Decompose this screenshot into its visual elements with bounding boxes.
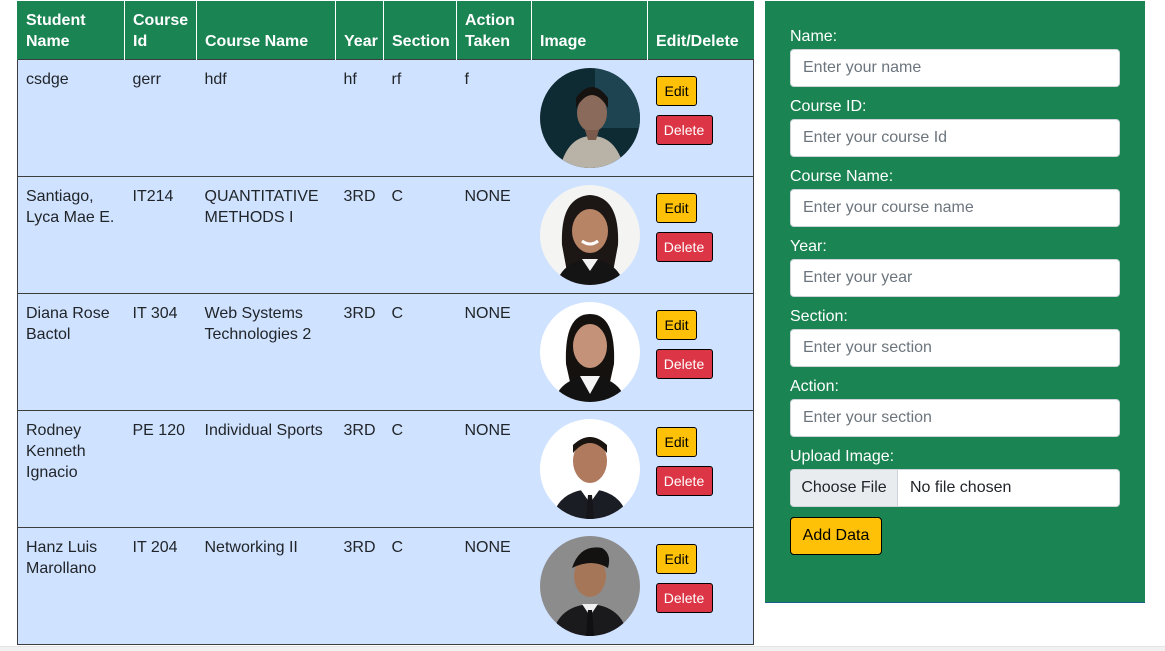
cell-course-name: Individual Sports [196,409,336,527]
table-row: Diana Rose Bactol IT 304 Web Systems Tec… [17,292,754,410]
student-photo [539,184,640,285]
delete-button[interactable]: Delete [655,465,713,496]
edit-button[interactable]: Edit [655,309,697,340]
cell-course-name: hdf [196,58,336,176]
cell-action-taken: NONE [456,292,532,410]
delete-button[interactable]: Delete [655,114,713,145]
cell-action-taken: NONE [456,526,532,645]
cell-actions: Edit Delete [647,175,754,293]
cell-actions: Edit Delete [647,526,754,645]
table-row: Rodney Kenneth Ignacio PE 120 Individual… [17,409,754,527]
cell-image [531,292,648,410]
cell-course-name: Web Systems Technologies 2 [196,292,336,410]
cell-course-id: IT 204 [124,526,197,645]
header-action-taken: Action Taken [456,1,532,59]
year-label: Year: [790,238,827,255]
cell-course-id: PE 120 [124,409,197,527]
header-section: Section [383,1,457,59]
panel-bottom-border [765,602,1145,603]
delete-button[interactable]: Delete [655,582,713,613]
edit-button[interactable]: Edit [655,192,697,223]
cell-action-taken: f [456,58,532,176]
cell-section: C [383,409,457,527]
course-name-input[interactable] [790,189,1120,227]
cell-section: C [383,526,457,645]
cell-course-id: IT214 [124,175,197,293]
cell-actions: Edit Delete [647,409,754,527]
horizontal-scrollbar[interactable] [0,646,1165,651]
add-data-button[interactable]: Add Data [790,517,882,555]
course-id-input[interactable] [790,119,1120,157]
cell-actions: Edit Delete [647,292,754,410]
students-table: Student Name Course Id Course Name Year … [17,1,754,645]
cell-student-name: Santiago, Lyca Mae E. [17,175,125,293]
cell-course-name: QUANTITATIVE METHODS I [196,175,336,293]
file-status-text: No file chosen [910,479,1012,496]
course-name-label: Course Name: [790,168,894,185]
cell-image [531,409,648,527]
cell-course-id: gerr [124,58,197,176]
cell-year: 3RD [335,175,384,293]
year-input[interactable] [790,259,1120,297]
table-row: Santiago, Lyca Mae E. IT214 QUANTITATIVE… [17,175,754,293]
upload-image-label: Upload Image: [790,448,895,465]
cell-course-id: IT 304 [124,292,197,410]
course-id-label: Course ID: [790,98,867,115]
edit-button[interactable]: Edit [655,75,697,106]
student-photo [539,535,640,636]
student-photo [539,418,640,519]
choose-file-button[interactable]: Choose File [791,470,898,506]
image-file-input[interactable]: Choose File No file chosen [790,469,1120,507]
header-edit-delete: Edit/Delete [647,1,754,59]
cell-student-name: Rodney Kenneth Ignacio [17,409,125,527]
header-image: Image [531,1,648,59]
header-course-id: Course Id [124,1,197,59]
cell-year: hf [335,58,384,176]
cell-year: 3RD [335,526,384,645]
cell-year: 3RD [335,292,384,410]
header-course-name: Course Name [196,1,336,59]
cell-year: 3RD [335,409,384,527]
cell-student-name: csdge [17,58,125,176]
student-photo [539,67,640,168]
students-table-container: Student Name Course Id Course Name Year … [17,1,754,645]
cell-section: C [383,292,457,410]
cell-section: rf [383,58,457,176]
name-input[interactable] [790,49,1120,87]
cell-actions: Edit Delete [647,58,754,176]
cell-student-name: Diana Rose Bactol [17,292,125,410]
cell-action-taken: NONE [456,175,532,293]
add-student-form: Name: Course ID: Course Name: Year: Sect… [765,1,1145,603]
cell-image [531,58,648,176]
table-row: Hanz Luis Marollano IT 204 Networking II… [17,526,754,645]
header-year: Year [335,1,384,59]
cell-course-name: Networking II [196,526,336,645]
action-input[interactable] [790,399,1120,437]
cell-student-name: Hanz Luis Marollano [17,526,125,645]
delete-button[interactable]: Delete [655,231,713,262]
table-header-row: Student Name Course Id Course Name Year … [17,1,754,59]
cell-section: C [383,175,457,293]
name-label: Name: [790,28,838,45]
section-input[interactable] [790,329,1120,367]
header-student-name: Student Name [17,1,125,59]
section-label: Section: [790,308,848,325]
table-row: csdge gerr hdf hf rf f Edit Delete [17,58,754,176]
edit-button[interactable]: Edit [655,426,697,457]
student-photo [539,301,640,402]
cell-image [531,175,648,293]
cell-image [531,526,648,645]
edit-button[interactable]: Edit [655,543,697,574]
cell-action-taken: NONE [456,409,532,527]
delete-button[interactable]: Delete [655,348,713,379]
action-label: Action: [790,378,839,395]
